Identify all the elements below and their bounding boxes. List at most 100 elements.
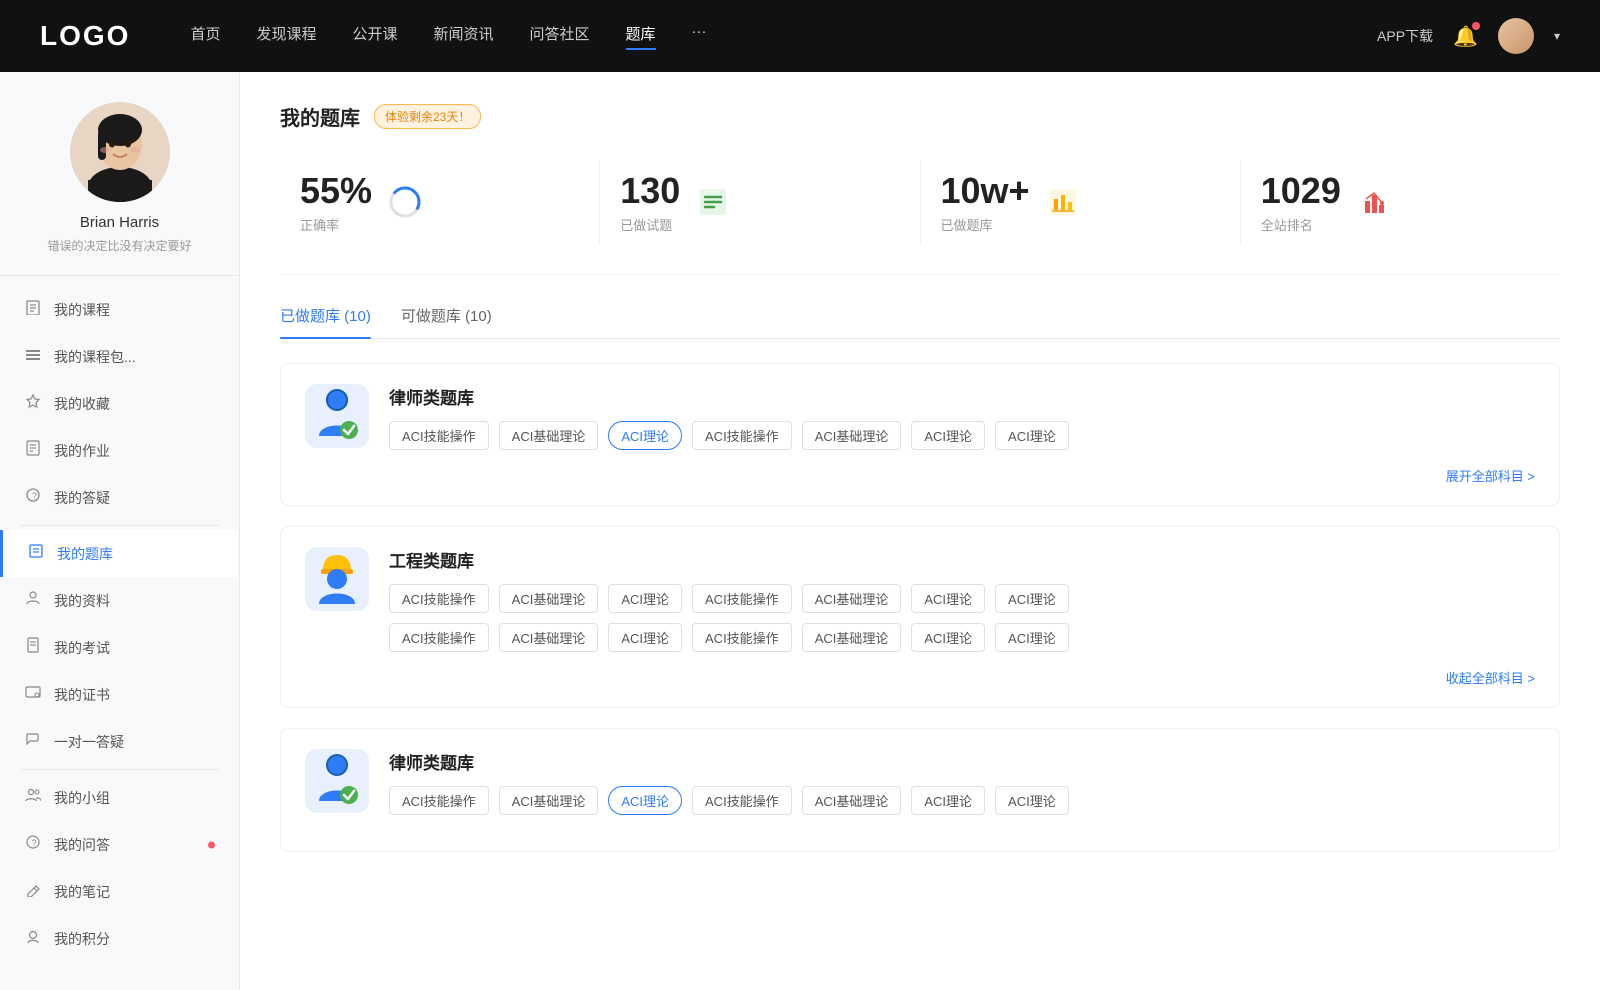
qbank-tag[interactable]: ACI技能操作: [389, 584, 489, 613]
app-download-button[interactable]: APP下载: [1377, 26, 1433, 46]
qbank-section-lawyer-1-info: 律师类题库 ACI技能操作 ACI基础理论 ACI理论 ACI技能操作 ACI基…: [389, 384, 1535, 450]
qbank-tag[interactable]: ACI基础理论: [499, 584, 599, 613]
qbank-tag[interactable]: ACI理论: [608, 623, 682, 652]
avatar[interactable]: [1498, 18, 1534, 54]
questions-notification-dot: [208, 841, 215, 848]
expand-all-button[interactable]: 展开全部科目 >: [1446, 466, 1535, 485]
nav-question-bank[interactable]: 题库: [626, 23, 656, 50]
navbar: LOGO 首页 发现课程 公开课 新闻资讯 问答社区 题库 ··· APP下载 …: [0, 0, 1600, 72]
stat-done-questions-values: 130 已做试题: [620, 171, 680, 234]
nav-open-course[interactable]: 公开课: [352, 23, 397, 50]
my-homework-icon: [24, 440, 42, 461]
sidebar-item-my-favorites[interactable]: 我的收藏: [0, 380, 239, 427]
qbank-tag[interactable]: ACI技能操作: [692, 584, 792, 613]
lawyer-figure-icon: [311, 386, 363, 446]
qbank-tag[interactable]: ACI基础理论: [802, 584, 902, 613]
sidebar-label-my-exam: 我的考试: [54, 638, 110, 658]
sidebar-profile: Brian Harris 错误的决定比没有决定要好: [0, 72, 239, 276]
notification-bell[interactable]: 🔔: [1453, 24, 1478, 49]
qbank-tag[interactable]: ACI基础理论: [802, 786, 902, 815]
qbank-tag[interactable]: ACI理论: [995, 421, 1069, 450]
qbank-tag[interactable]: ACI技能操作: [692, 623, 792, 652]
qbank-tag-selected[interactable]: ACI理论: [608, 421, 682, 450]
nav-home[interactable]: 首页: [190, 23, 220, 50]
collapse-all-button[interactable]: 收起全部科目 >: [1446, 668, 1535, 687]
qbank-tag[interactable]: ACI技能操作: [389, 623, 489, 652]
qbank-tag[interactable]: ACI理论: [911, 421, 985, 450]
nav-news[interactable]: 新闻资讯: [434, 23, 494, 50]
qbank-tag[interactable]: ACI理论: [995, 623, 1069, 652]
my-group-icon: [24, 787, 42, 808]
sidebar-item-my-notes[interactable]: 我的笔记: [0, 868, 239, 915]
qbank-section-lawyer-1-header: 律师类题库 ACI技能操作 ACI基础理论 ACI理论 ACI技能操作 ACI基…: [305, 384, 1535, 450]
sidebar-item-my-points[interactable]: 我的积分: [0, 915, 239, 962]
sidebar-item-my-questions[interactable]: ? 我的问答: [0, 821, 239, 868]
stat-done-banks-values: 10w+ 已做题库: [941, 171, 1030, 234]
lawyer-figure-2-icon: [311, 751, 363, 811]
qbank-tag[interactable]: ACI理论: [911, 584, 985, 613]
qbank-section-lawyer-1-tags: ACI技能操作 ACI基础理论 ACI理论 ACI技能操作 ACI基础理论 AC…: [389, 421, 1535, 450]
qbank-tag[interactable]: ACI技能操作: [389, 786, 489, 815]
sidebar-item-my-qa[interactable]: ? 我的答疑: [0, 474, 239, 521]
nav-more[interactable]: ···: [692, 23, 707, 50]
layout: Brian Harris 错误的决定比没有决定要好 我的课程 我的课程包...: [0, 72, 1600, 990]
my-question-bank-icon: [27, 543, 45, 564]
qbank-tag[interactable]: ACI基础理论: [499, 421, 599, 450]
sidebar-item-my-question-bank[interactable]: 我的题库: [0, 530, 239, 577]
sidebar-item-my-homework[interactable]: 我的作业: [0, 427, 239, 474]
sidebar-label-my-questions: 我的问答: [54, 835, 110, 855]
qbank-tag[interactable]: ACI基础理论: [499, 623, 599, 652]
qbank-tag[interactable]: ACI理论: [911, 786, 985, 815]
nav-qa[interactable]: 问答社区: [530, 23, 590, 50]
sidebar-item-1on1-qa[interactable]: 一对一答疑: [0, 718, 239, 765]
stat-rank-icon-wrap: [1355, 183, 1393, 221]
nav-discover[interactable]: 发现课程: [256, 23, 316, 50]
my-questions-icon: ?: [24, 834, 42, 855]
qbank-section-lawyer-2-tags: ACI技能操作 ACI基础理论 ACI理论 ACI技能操作 ACI基础理论 AC…: [389, 786, 1535, 815]
sidebar-label-my-points: 我的积分: [54, 929, 110, 949]
qbank-section-engineer-title: 工程类题库: [389, 547, 1535, 572]
stat-done-banks-icon-wrap: [1044, 183, 1082, 221]
qbank-tag[interactable]: ACI技能操作: [692, 421, 792, 450]
qbank-tag[interactable]: ACI理论: [911, 623, 985, 652]
qbank-lawyer-2-icon: [305, 749, 369, 813]
bank-icon: [1046, 185, 1080, 219]
svg-text:?: ?: [32, 491, 37, 501]
qbank-tag-selected[interactable]: ACI理论: [608, 786, 682, 815]
tab-available-banks[interactable]: 可做题库 (10): [401, 305, 492, 338]
sidebar-label-my-course-pkg: 我的课程包...: [54, 347, 136, 367]
sidebar-menu: 我的课程 我的课程包... 我的收藏 我的作业: [0, 276, 239, 972]
qbank-section-engineer-info: 工程类题库 ACI技能操作 ACI基础理论 ACI理论 ACI技能操作 ACI基…: [389, 547, 1535, 652]
sidebar-item-my-group[interactable]: 我的小组: [0, 774, 239, 821]
sidebar-item-my-exam[interactable]: 我的考试: [0, 624, 239, 671]
stat-rank: 1029 全站排名: [1241, 161, 1560, 244]
avatar-image: [1498, 18, 1534, 54]
qbank-tag[interactable]: ACI基础理论: [802, 623, 902, 652]
stat-done-questions-label: 已做试题: [620, 215, 680, 234]
sidebar-item-my-course-pkg[interactable]: 我的课程包...: [0, 333, 239, 380]
stats-row: 55% 正确率 130 已做试题: [280, 161, 1560, 275]
sidebar-item-my-courses[interactable]: 我的课程: [0, 286, 239, 333]
stat-rank-number: 1029: [1261, 171, 1341, 211]
tab-done-banks[interactable]: 已做题库 (10): [280, 305, 371, 338]
profile-avatar: [70, 102, 170, 202]
profile-name: Brian Harris: [80, 214, 159, 231]
avatar-dropdown-arrow[interactable]: ▾: [1554, 29, 1560, 43]
qbank-tag[interactable]: ACI理论: [995, 786, 1069, 815]
qbank-tag[interactable]: ACI理论: [995, 584, 1069, 613]
sidebar-item-my-profile[interactable]: 我的资料: [0, 577, 239, 624]
qbank-tag[interactable]: ACI技能操作: [692, 786, 792, 815]
my-course-pkg-icon: [24, 346, 42, 367]
qbank-tag[interactable]: ACI技能操作: [389, 421, 489, 450]
qbank-section-lawyer-1-title: 律师类题库: [389, 384, 1535, 409]
qbank-tag[interactable]: ACI基础理论: [499, 786, 599, 815]
nav-right: APP下载 🔔 ▾: [1377, 18, 1560, 54]
stat-rank-values: 1029 全站排名: [1261, 171, 1341, 234]
sidebar-item-my-certificate[interactable]: 我的证书: [0, 671, 239, 718]
qbank-tag[interactable]: ACI基础理论: [802, 421, 902, 450]
tabs-row: 已做题库 (10) 可做题库 (10): [280, 305, 1560, 339]
stat-done-banks: 10w+ 已做题库: [921, 161, 1241, 244]
qbank-tag[interactable]: ACI理论: [608, 584, 682, 613]
my-notes-icon: [24, 881, 42, 902]
page-header: 我的题库 体验剩余23天！: [280, 102, 1560, 131]
